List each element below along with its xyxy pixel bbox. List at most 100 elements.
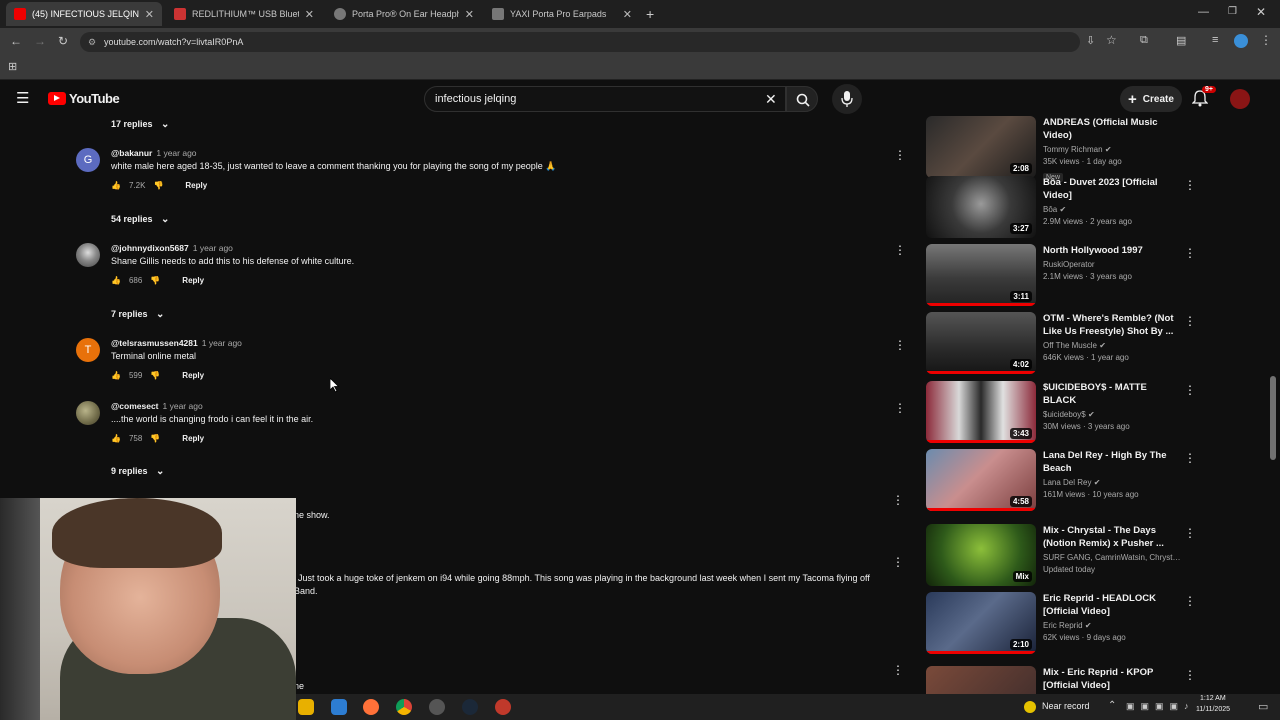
related-mix[interactable]: Mix Mix - Chrystal - The Days (Notion Re… xyxy=(926,524,1262,588)
scrollbar-thumb[interactable] xyxy=(1270,376,1276,460)
tray-icons[interactable]: ▣▣▣▣♪ xyxy=(1126,701,1195,712)
tab-1[interactable]: REDLITHIUM™ USB Bluetooth® ✕ xyxy=(166,2,322,26)
youtube-logo[interactable]: YouTube xyxy=(48,91,120,106)
search-button[interactable] xyxy=(786,86,818,112)
thumbs-down-icon[interactable]: 👎 xyxy=(150,276,160,285)
video-thumbnail[interactable]: 3:27 xyxy=(926,176,1036,238)
comment-menu-icon[interactable]: ⋮ xyxy=(894,338,906,352)
app-icon[interactable] xyxy=(495,699,511,715)
steam-icon[interactable] xyxy=(462,699,478,715)
avatar[interactable] xyxy=(76,243,100,267)
video-thumbnail[interactable]: 3:11 xyxy=(926,244,1036,306)
related-video[interactable]: 3:11 North Hollywood 1997 RuskiOperator 2.… xyxy=(926,244,1262,308)
media-icon[interactable]: ≡ xyxy=(1212,34,1218,46)
firefox-icon[interactable] xyxy=(363,699,379,715)
related-mix[interactable]: Mix - Eric Reprid - KPOP [Official Video… xyxy=(926,666,1262,694)
close-tab-icon[interactable]: ✕ xyxy=(305,8,314,21)
site-info-icon[interactable]: ⚙ xyxy=(88,32,96,52)
comment-age[interactable]: 1 year ago xyxy=(156,148,196,158)
reply-button[interactable]: Reply xyxy=(182,371,204,380)
video-title[interactable]: Lana Del Rey - High By The Beach xyxy=(1043,449,1181,475)
related-video[interactable]: 2:08 ANDREAS (Official Music Video) Tommy… xyxy=(926,116,1262,182)
reply-button[interactable]: Reply xyxy=(185,181,207,190)
tab-0[interactable]: (45) INFECTIOUS JELQING - RO ✕ xyxy=(6,2,162,26)
tab-2[interactable]: Porta Pro® On Ear Headphone ✕ xyxy=(326,2,482,26)
comment-menu-icon[interactable]: ⋮ xyxy=(892,555,904,569)
sidebar-icon[interactable]: ▤ xyxy=(1176,34,1186,47)
voice-search-button[interactable] xyxy=(832,84,862,114)
video-title[interactable]: Eric Reprid - HEADLOCK [Official Video] xyxy=(1043,592,1181,618)
video-menu-icon[interactable]: ⋮ xyxy=(1184,668,1196,682)
video-menu-icon[interactable]: ⋮ xyxy=(1184,178,1196,192)
comment-menu-icon[interactable]: ⋮ xyxy=(894,148,906,162)
new-tab-icon[interactable]: + xyxy=(646,6,654,22)
reload-icon[interactable]: ↻ xyxy=(58,34,68,48)
account-avatar[interactable] xyxy=(1230,89,1250,109)
channel-name[interactable]: Tommy Richman xyxy=(1043,145,1103,154)
apps-grid-icon[interactable]: ⊞ xyxy=(8,60,17,73)
video-thumbnail[interactable]: 4:58 xyxy=(926,449,1036,511)
tray-chevron-icon[interactable]: ⌃ xyxy=(1108,700,1116,711)
replies-toggle[interactable]: 17 replies ⌄ xyxy=(111,119,169,130)
video-menu-icon[interactable]: ⋮ xyxy=(1184,246,1196,260)
video-title[interactable]: Mix - Chrystal - The Days (Notion Remix)… xyxy=(1043,524,1181,550)
avatar[interactable]: T xyxy=(76,338,100,362)
url-field[interactable]: ⚙ youtube.com/watch?v=livtaIR0PnA xyxy=(80,32,1080,52)
video-thumbnail[interactable]: 3:43 xyxy=(926,381,1036,443)
profile-avatar[interactable] xyxy=(1234,34,1248,48)
minimize-icon[interactable]: — xyxy=(1198,6,1209,18)
related-video[interactable]: 4:02 OTM - Where's Remble? (Not Like Us … xyxy=(926,312,1262,376)
extensions-icon[interactable]: ⧉ xyxy=(1140,34,1148,47)
channel-name[interactable]: Lana Del Rey xyxy=(1043,478,1091,487)
video-thumbnail[interactable]: 2:08 xyxy=(926,116,1036,178)
reply-button[interactable]: Reply xyxy=(182,276,204,285)
app-icon[interactable] xyxy=(331,699,347,715)
video-thumbnail[interactable]: 4:02 xyxy=(926,312,1036,374)
video-title[interactable]: ANDREAS (Official Music Video) xyxy=(1043,116,1181,142)
channel-name[interactable]: Off The Muscle xyxy=(1043,341,1097,350)
bookmark-star-icon[interactable]: ☆ xyxy=(1106,33,1117,47)
video-title[interactable]: Mix - Eric Reprid - KPOP [Official Video… xyxy=(1043,666,1181,692)
menu-kebab-icon[interactable]: ⋮ xyxy=(1260,33,1272,47)
comment-author[interactable]: @bakanur xyxy=(111,148,152,158)
notifications-button[interactable]: 9+ xyxy=(1191,86,1216,112)
reply-button[interactable]: Reply xyxy=(182,434,204,443)
related-video[interactable]: 3:27 Bôa - Duvet 2023 [Official Video] Bô… xyxy=(926,176,1262,240)
comment-menu-icon[interactable]: ⋮ xyxy=(894,401,906,415)
video-menu-icon[interactable]: ⋮ xyxy=(1184,451,1196,465)
video-menu-icon[interactable]: ⋮ xyxy=(1184,314,1196,328)
close-window-icon[interactable]: ✕ xyxy=(1256,5,1266,19)
notification-center-icon[interactable]: ▭ xyxy=(1258,700,1268,713)
maximize-icon[interactable]: ❐ xyxy=(1228,6,1237,17)
video-thumbnail[interactable] xyxy=(926,666,1036,694)
comment-menu-icon[interactable]: ⋮ xyxy=(892,663,904,677)
video-title[interactable]: Bôa - Duvet 2023 [Official Video] xyxy=(1043,176,1181,202)
comment-age[interactable]: 1 year ago xyxy=(193,243,233,253)
replies-toggle[interactable]: 9 replies ⌄ xyxy=(111,466,164,477)
close-tab-icon[interactable]: ✕ xyxy=(465,8,474,21)
comment-age[interactable]: 1 year ago xyxy=(202,338,242,348)
video-menu-icon[interactable]: ⋮ xyxy=(1184,526,1196,540)
weather-icon[interactable] xyxy=(1024,701,1036,713)
channel-name[interactable]: RuskiOperator xyxy=(1043,260,1181,269)
channel-name[interactable]: $uicideboy$ xyxy=(1043,410,1086,419)
video-thumbnail[interactable]: 2:10 xyxy=(926,592,1036,654)
comment-author[interactable]: @comesect xyxy=(111,401,159,411)
comment-menu-icon[interactable]: ⋮ xyxy=(892,493,904,507)
file-explorer-icon[interactable] xyxy=(298,699,314,715)
close-tab-icon[interactable]: ✕ xyxy=(145,8,154,21)
thumbs-up-icon[interactable]: 👍 xyxy=(111,371,121,380)
thumbs-down-icon[interactable]: 👎 xyxy=(150,434,160,443)
thumbs-up-icon[interactable]: 👍 xyxy=(111,276,121,285)
video-thumbnail[interactable]: Mix xyxy=(926,524,1036,586)
create-button[interactable]: + Create xyxy=(1120,86,1182,112)
clear-search-icon[interactable]: ✕ xyxy=(765,87,777,111)
install-icon[interactable]: ⇩ xyxy=(1086,34,1095,47)
comment-author[interactable]: @telsrasmussen4281 xyxy=(111,338,198,348)
hamburger-menu-icon[interactable]: ☰ xyxy=(16,89,29,107)
related-video[interactable]: 2:10 Eric Reprid - HEADLOCK [Official Vi… xyxy=(926,592,1262,656)
channel-name[interactable]: SURF GANG, CamrinWatsin, Chrystal, an... xyxy=(1043,553,1181,562)
video-menu-icon[interactable]: ⋮ xyxy=(1184,594,1196,608)
comment-age[interactable]: 1 year ago xyxy=(163,401,203,411)
near-record-label[interactable]: Near record xyxy=(1042,701,1090,711)
